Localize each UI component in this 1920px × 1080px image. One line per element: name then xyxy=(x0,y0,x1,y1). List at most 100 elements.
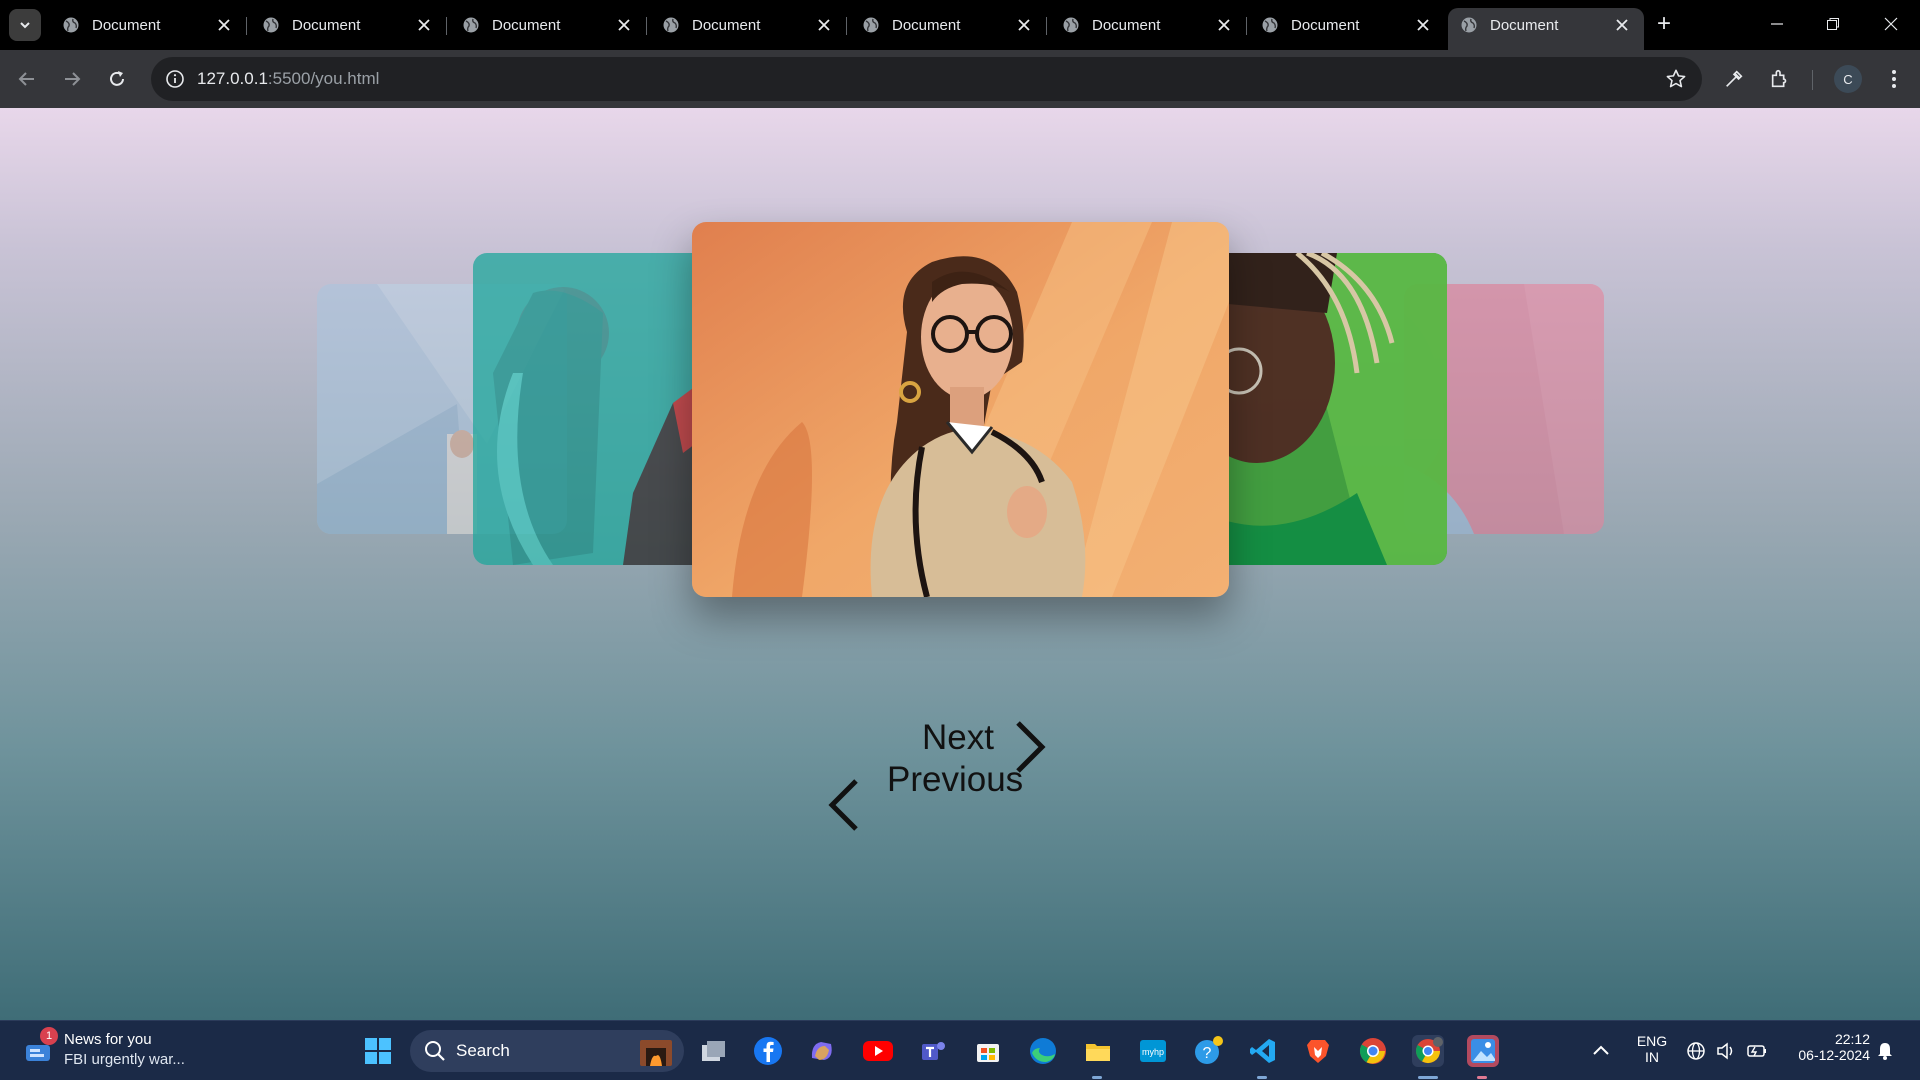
browser-tab[interactable]: Document xyxy=(650,8,847,42)
windows-start-icon[interactable] xyxy=(362,1035,394,1067)
back-button[interactable] xyxy=(11,63,43,95)
tab-close-button[interactable] xyxy=(212,13,236,37)
clock-date: 06-12-2024 xyxy=(1798,1047,1870,1063)
vscode-icon[interactable] xyxy=(1247,1035,1279,1067)
active-app-indicator xyxy=(1418,1076,1438,1079)
profile-avatar[interactable]: C xyxy=(1834,65,1862,93)
brave-icon[interactable] xyxy=(1302,1035,1334,1067)
toolbar-divider xyxy=(1812,70,1813,90)
tab-title: Document xyxy=(92,16,161,34)
address-bar[interactable]: 127.0.0.1:5500/you.html xyxy=(151,57,1702,101)
reload-button[interactable] xyxy=(101,63,133,95)
tab-close-button[interactable] xyxy=(412,13,436,37)
running-indicator xyxy=(1092,1076,1102,1079)
language-code: ENG xyxy=(1636,1033,1668,1049)
page-content: Next Previous xyxy=(0,108,1920,1020)
running-indicator xyxy=(1257,1076,1267,1079)
volume-icon[interactable] xyxy=(1716,1041,1736,1061)
kebab-menu-icon xyxy=(1892,70,1896,88)
notification-bell-icon[interactable] xyxy=(1876,1041,1894,1061)
close-window-button[interactable] xyxy=(1868,8,1914,40)
url-path: :5500/you.html xyxy=(267,69,380,88)
site-info-icon[interactable] xyxy=(161,65,189,93)
arrow-right-icon xyxy=(65,72,81,86)
clock[interactable]: 22:12 06-12-2024 xyxy=(1782,1031,1870,1063)
globe-icon xyxy=(1063,17,1079,33)
close-icon xyxy=(1018,19,1030,31)
search-label: Search xyxy=(456,1041,510,1060)
copilot-icon[interactable] xyxy=(806,1035,838,1067)
tab-separator xyxy=(646,17,647,35)
new-tab-button[interactable]: + xyxy=(1650,10,1678,38)
photos-icon[interactable] xyxy=(1467,1035,1499,1067)
tab-search-button[interactable] xyxy=(9,9,41,41)
edge-icon[interactable] xyxy=(1027,1035,1059,1067)
language-indicator[interactable]: ENG IN xyxy=(1634,1033,1670,1065)
news-subtitle: FBI urgently war... xyxy=(64,1051,185,1068)
minimize-button[interactable] xyxy=(1754,8,1800,40)
chrome-icon[interactable] xyxy=(1357,1035,1389,1067)
browser-tab[interactable]: Document xyxy=(1448,8,1644,50)
chevron-down-icon xyxy=(20,22,30,29)
next-button[interactable]: Next xyxy=(922,718,994,758)
tab-title: Document xyxy=(1291,16,1360,34)
chrome-profile-icon[interactable] xyxy=(1412,1035,1444,1067)
forward-button[interactable] xyxy=(56,63,88,95)
tab-close-button[interactable] xyxy=(812,13,836,37)
tab-separator xyxy=(1246,17,1247,35)
myhp-icon[interactable]: myhp xyxy=(1137,1035,1169,1067)
browser-tab[interactable]: Document xyxy=(850,8,1047,42)
url-text: 127.0.0.1:5500/you.html xyxy=(197,69,379,89)
svg-text:?: ? xyxy=(1203,1045,1212,1062)
tab-close-button[interactable] xyxy=(1411,13,1435,37)
region-code: IN xyxy=(1645,1049,1659,1065)
globe-icon xyxy=(1461,17,1477,33)
restore-button[interactable] xyxy=(1810,8,1856,40)
portrait-image xyxy=(692,222,1229,597)
previous-button[interactable]: Previous xyxy=(887,760,1023,800)
globe-network-icon[interactable] xyxy=(1686,1041,1706,1061)
tab-title: Document xyxy=(692,16,761,34)
eyedropper-button[interactable] xyxy=(1718,63,1750,95)
browser-tab[interactable]: Document xyxy=(50,8,247,42)
running-indicator xyxy=(1477,1076,1487,1079)
store-icon[interactable] xyxy=(972,1035,1004,1067)
facebook-icon[interactable] xyxy=(752,1035,784,1067)
close-icon xyxy=(1884,17,1898,31)
tab-close-button[interactable] xyxy=(1212,13,1236,37)
chevron-left-icon[interactable] xyxy=(826,777,862,833)
get-help-icon[interactable]: ? xyxy=(1192,1035,1224,1067)
teams-icon[interactable] xyxy=(917,1035,949,1067)
battery-icon[interactable] xyxy=(1746,1042,1768,1060)
browser-tab[interactable]: Document xyxy=(1249,8,1445,42)
bookmark-star-button[interactable] xyxy=(1664,67,1688,91)
close-icon xyxy=(1218,19,1230,31)
task-view-icon[interactable] xyxy=(697,1035,729,1067)
globe-icon xyxy=(863,17,879,33)
windows-taskbar: 1 News for you FBI urgently war... Searc… xyxy=(0,1020,1920,1080)
carousel-card-active[interactable] xyxy=(692,222,1229,597)
restore-icon xyxy=(1827,18,1839,30)
browser-tab[interactable]: Document xyxy=(250,8,447,42)
globe-icon xyxy=(463,17,479,33)
tab-title: Document xyxy=(292,16,361,34)
tab-title: Document xyxy=(892,16,961,34)
chevron-up-icon[interactable] xyxy=(1592,1043,1610,1057)
browser-tab[interactable]: Document xyxy=(450,8,647,42)
tab-separator xyxy=(246,17,247,35)
taskbar-search[interactable]: Search xyxy=(410,1030,684,1072)
tab-separator xyxy=(446,17,447,35)
notification-badge: 1 xyxy=(40,1027,58,1045)
tab-close-button[interactable] xyxy=(612,13,636,37)
clock-time: 22:12 xyxy=(1834,1031,1870,1047)
menu-button[interactable] xyxy=(1878,63,1910,95)
globe-icon xyxy=(663,17,679,33)
file-explorer-icon[interactable] xyxy=(1082,1035,1114,1067)
extensions-button[interactable] xyxy=(1764,63,1796,95)
tab-close-button[interactable] xyxy=(1610,13,1634,37)
youtube-icon[interactable] xyxy=(862,1035,894,1067)
browser-tab[interactable]: Document xyxy=(1050,8,1247,42)
close-icon xyxy=(618,19,630,31)
close-icon xyxy=(1616,19,1628,31)
tab-close-button[interactable] xyxy=(1012,13,1036,37)
